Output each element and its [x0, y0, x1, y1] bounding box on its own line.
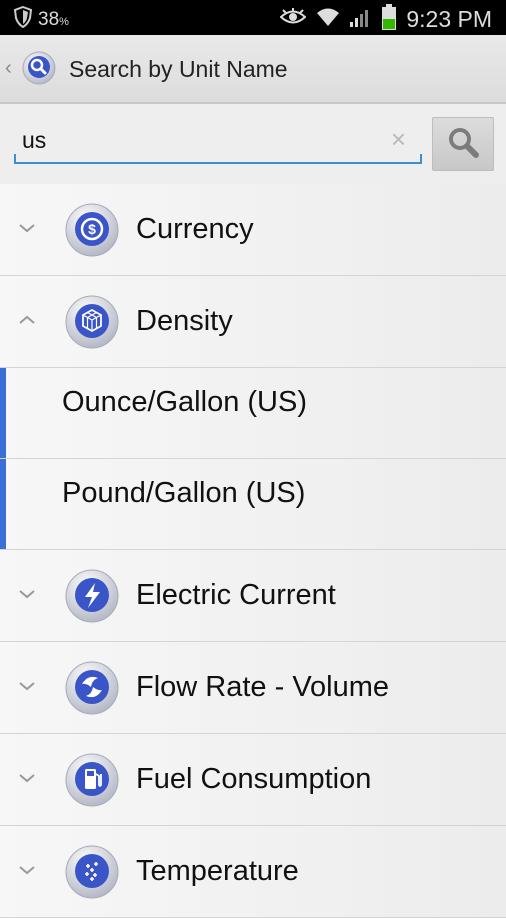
category-label: Density: [136, 305, 233, 337]
fuel-icon: [64, 752, 120, 808]
category-row-fuel-consumption[interactable]: Fuel Consumption: [0, 734, 506, 826]
status-bar: 38% 9:23 PM: [0, 0, 506, 35]
category-label: Electric Current: [136, 579, 336, 611]
category-label: Temperature: [136, 855, 299, 887]
density-icon: [64, 294, 120, 350]
unit-row[interactable]: Ounce/Gallon (US): [0, 368, 506, 459]
category-label: Flow Rate - Volume: [136, 671, 390, 703]
search-input[interactable]: [22, 124, 382, 156]
status-bar-right: 9:23 PM: [279, 4, 492, 35]
category-row-density[interactable]: Density: [0, 276, 506, 368]
page-title: Search by Unit Name: [69, 56, 288, 82]
action-bar: ‹ Search by Unit Name: [0, 35, 506, 104]
electric-current-icon: [64, 568, 120, 624]
status-time: 9:23 PM: [406, 6, 492, 32]
chevron-down-icon: [16, 583, 38, 605]
search-button[interactable]: [432, 117, 494, 171]
search-field[interactable]: ×: [14, 118, 422, 164]
back-chevron-icon[interactable]: ‹: [5, 57, 12, 80]
search-icon: [446, 125, 480, 164]
category-list: $ Currency Density Ounce/Gallon (US) Pou…: [0, 184, 506, 918]
unit-row[interactable]: Pound/Gallon (US): [0, 459, 506, 550]
category-label: Currency: [136, 213, 254, 245]
unit-label: Ounce/Gallon (US): [62, 386, 307, 418]
chevron-down-icon: [16, 767, 38, 789]
category-row-currency[interactable]: $ Currency: [0, 184, 506, 276]
category-row-temperature[interactable]: Temperature: [0, 826, 506, 918]
shield-icon: [13, 5, 33, 33]
currency-icon: $: [64, 202, 120, 258]
category-row-electric-current[interactable]: Electric Current: [0, 550, 506, 642]
search-app-icon[interactable]: [22, 51, 56, 85]
eye-icon: [279, 8, 307, 31]
chevron-down-icon: [16, 217, 38, 239]
battery-icon: [382, 4, 397, 35]
battery-percent: 38%: [38, 8, 69, 30]
clear-icon[interactable]: ×: [391, 124, 406, 155]
temperature-icon: [64, 844, 120, 900]
category-label: Fuel Consumption: [136, 763, 372, 795]
search-row: ×: [0, 104, 506, 184]
chevron-down-icon: [16, 675, 38, 697]
unit-label: Pound/Gallon (US): [62, 477, 306, 509]
category-row-flow-rate[interactable]: Flow Rate - Volume: [0, 642, 506, 734]
selection-indicator: [0, 368, 6, 458]
wifi-icon: [316, 7, 340, 32]
chevron-down-icon: [16, 859, 38, 881]
chevron-up-icon: [16, 309, 38, 331]
signal-icon: [350, 7, 372, 32]
selection-indicator: [0, 459, 6, 549]
svg-text:$: $: [88, 221, 96, 237]
status-bar-left: 38%: [13, 5, 69, 33]
flow-rate-icon: [64, 660, 120, 716]
